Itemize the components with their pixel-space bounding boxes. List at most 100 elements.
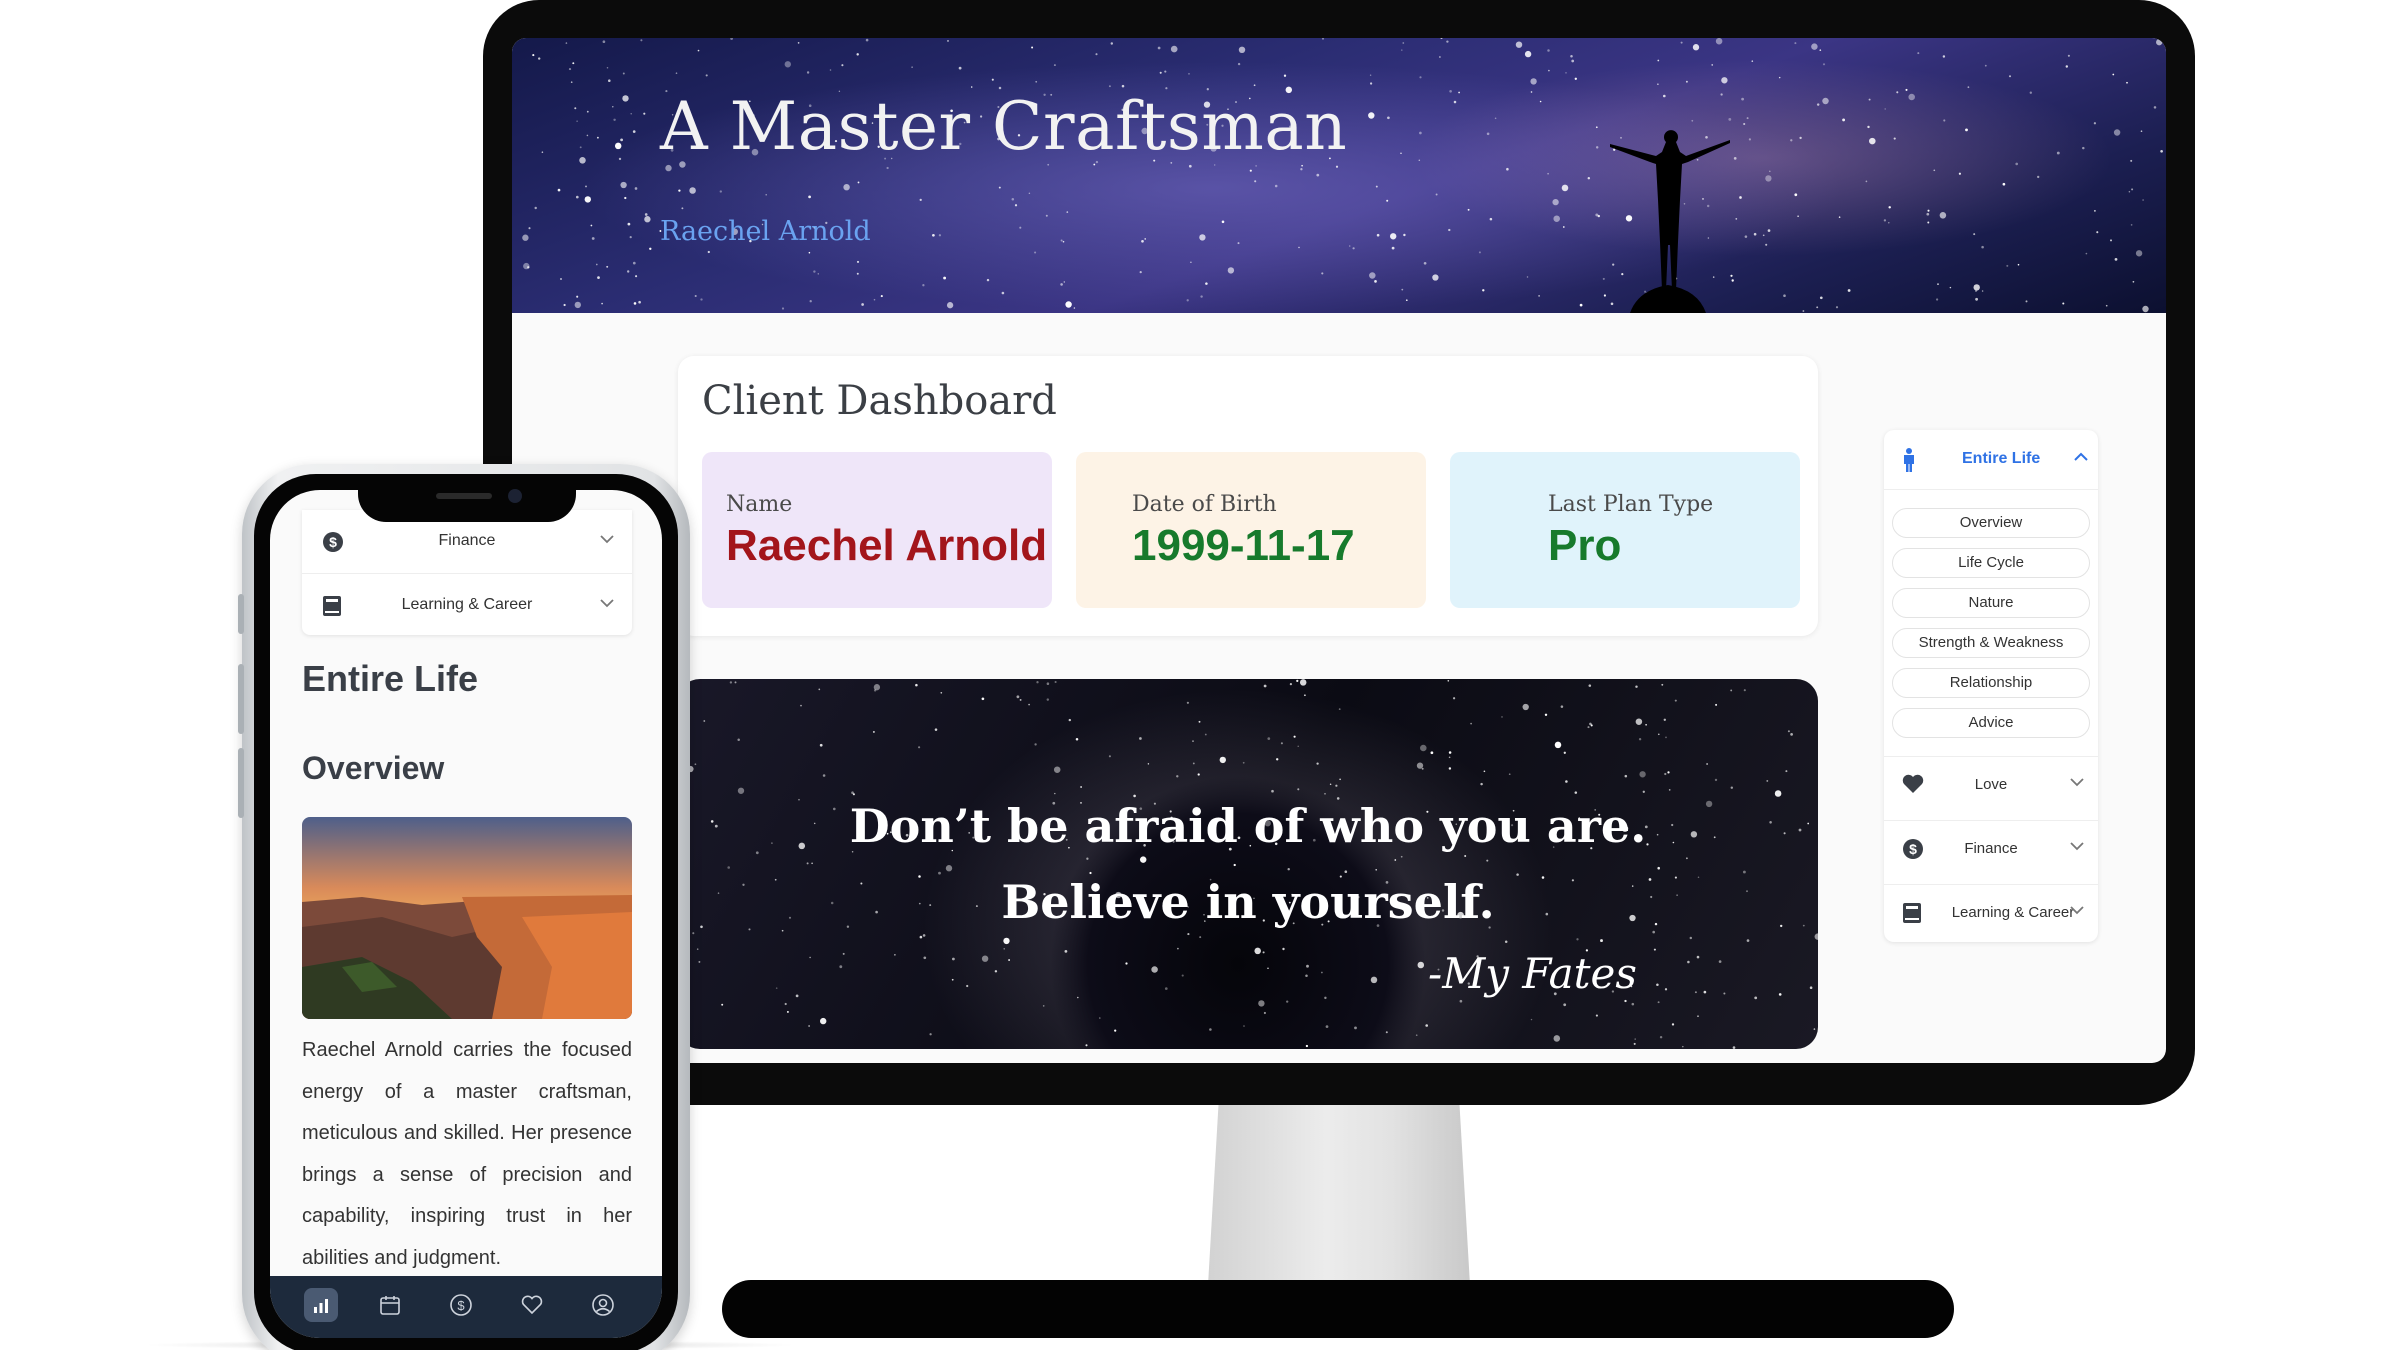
star	[1790, 733, 1793, 736]
star	[2130, 224, 2133, 226]
star	[1001, 291, 1005, 295]
star	[2128, 190, 2131, 193]
nav-item-relationship[interactable]: Relationship	[1892, 668, 2090, 698]
star	[1480, 782, 1483, 786]
profile-icon	[592, 1294, 614, 1316]
star	[1338, 708, 1341, 710]
star	[991, 78, 994, 81]
star	[703, 720, 706, 722]
star	[1682, 1045, 1684, 1048]
star	[1645, 724, 1647, 726]
star	[1774, 790, 1782, 797]
star	[1633, 1042, 1636, 1045]
star	[1732, 1046, 1736, 1049]
tab-chart[interactable]	[304, 1288, 338, 1322]
star	[1299, 679, 1307, 686]
star	[2056, 151, 2060, 155]
star	[1432, 274, 1439, 281]
tab-love[interactable]	[515, 1288, 549, 1322]
star	[579, 157, 586, 164]
chevron-up-icon	[2074, 452, 2088, 461]
star	[1219, 756, 1226, 764]
star	[1386, 199, 1389, 202]
nav-section-entire-life[interactable]: Entire Life	[1884, 430, 2098, 490]
star	[1691, 119, 1694, 122]
star	[800, 704, 802, 707]
star	[1588, 684, 1592, 687]
star	[1304, 694, 1306, 697]
star	[629, 235, 632, 239]
tab-finance[interactable]: $	[444, 1288, 478, 1322]
star	[1064, 950, 1068, 953]
star	[940, 691, 943, 694]
star	[873, 684, 881, 691]
star	[1068, 718, 1071, 722]
star	[630, 113, 632, 115]
nav-item-strength-weakness[interactable]: Strength & Weakness	[1892, 628, 2090, 658]
star	[1595, 126, 1598, 129]
star	[1981, 245, 1984, 249]
star	[1602, 277, 1605, 280]
star	[2025, 300, 2028, 303]
nav-item-nature[interactable]: Nature	[1892, 588, 2090, 618]
star	[1204, 733, 1207, 736]
star	[1416, 762, 1424, 769]
chevron-down-icon	[600, 599, 614, 608]
star	[886, 166, 889, 170]
star	[1209, 1028, 1212, 1031]
chevron-down-icon	[2070, 778, 2084, 787]
star	[1634, 1038, 1636, 1040]
star	[1046, 682, 1050, 685]
star	[1401, 288, 1404, 291]
client-dashboard-card: Client Dashboard Name Raechel Arnold Dat…	[678, 356, 1818, 636]
star	[1657, 83, 1659, 85]
star	[806, 71, 810, 74]
star	[1452, 697, 1456, 700]
star	[1139, 271, 1142, 274]
star	[1200, 295, 1203, 298]
star	[952, 957, 955, 961]
star	[1325, 1025, 1329, 1028]
star	[563, 303, 566, 307]
star	[1720, 93, 1723, 96]
star	[2153, 106, 2157, 109]
tab-profile[interactable]	[586, 1288, 620, 1322]
star	[694, 763, 697, 766]
nav-section-learning-career[interactable]: Learning & Career	[1884, 884, 2098, 940]
nav-item-life-cycle[interactable]: Life Cycle	[1892, 548, 2090, 578]
star	[1561, 184, 1569, 192]
star	[1838, 216, 1841, 218]
tab-calendar[interactable]	[373, 1288, 407, 1322]
star	[1967, 86, 1970, 89]
star	[1656, 983, 1659, 986]
star	[1819, 49, 1822, 51]
star	[2082, 146, 2085, 150]
hero-subtitle[interactable]: Raechel Arnold	[660, 216, 871, 247]
star	[591, 237, 595, 240]
star	[1301, 164, 1303, 167]
star	[1589, 722, 1592, 726]
mobile-menu-learning-career[interactable]: Learning & Career	[302, 573, 632, 635]
star	[675, 72, 678, 75]
phone-side-button	[238, 664, 244, 734]
star	[946, 302, 954, 309]
star	[560, 278, 562, 280]
star	[1664, 772, 1667, 776]
star	[1624, 774, 1628, 778]
star	[1506, 167, 1509, 171]
star	[1190, 261, 1192, 264]
nav-section-finance[interactable]: $ Finance	[1884, 820, 2098, 876]
star	[694, 294, 697, 298]
star	[1489, 217, 1493, 221]
star	[1538, 295, 1540, 297]
star	[1008, 959, 1011, 961]
star	[1448, 756, 1451, 759]
star	[1446, 40, 1449, 43]
nav-section-love[interactable]: Love	[1884, 756, 2098, 812]
star	[1263, 684, 1267, 688]
nav-item-overview[interactable]: Overview	[1892, 508, 2090, 538]
star	[1743, 689, 1746, 692]
silhouette-figure-icon	[1610, 130, 1730, 313]
nav-item-advice[interactable]: Advice	[1892, 708, 2090, 738]
star	[943, 276, 947, 280]
